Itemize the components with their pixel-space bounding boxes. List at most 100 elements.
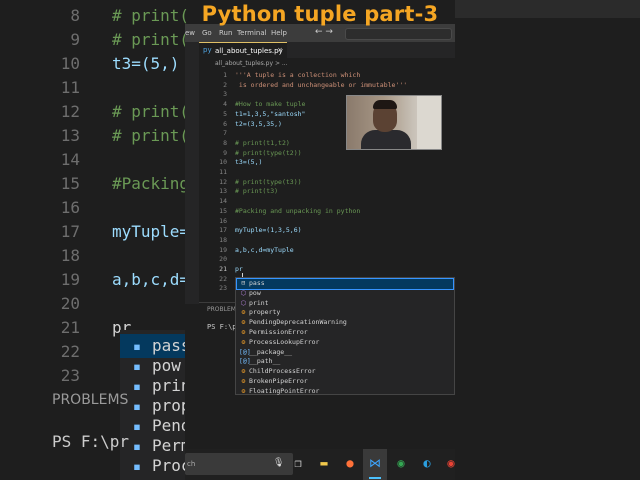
suggestion-item[interactable]: ⚙ PermissionError <box>237 328 453 338</box>
activity-bar <box>185 42 199 304</box>
edge-icon[interactable]: ◐ <box>418 454 436 472</box>
suggestion-item[interactable]: [@] __package__ <box>237 348 453 358</box>
background-line-code: # print( <box>112 126 190 145</box>
webcam-overlay <box>346 95 442 150</box>
nav-arrows-icon[interactable]: ← → <box>315 27 333 37</box>
suggestion-label: BrokenPipeError <box>249 377 308 385</box>
background-line-number: 17 <box>60 222 80 241</box>
chrome-icon[interactable]: ◉ <box>392 454 410 472</box>
background-line-number: 22 <box>60 342 80 361</box>
microphone-icon[interactable]: 🎙 <box>273 458 284 468</box>
file-explorer-icon[interactable]: ▬ <box>315 454 333 472</box>
suggestion-item[interactable]: ⚙ ProcessLookupError <box>237 338 453 348</box>
command-center-input[interactable] <box>345 28 452 40</box>
background-terminal-prompt: PS F:\pr <box>52 432 130 451</box>
suggestion-item[interactable]: ⚙ PendingDeprecationWarning <box>237 318 453 328</box>
class-icon: ⚙ <box>241 367 246 376</box>
suggestion-item[interactable]: ⚙ FloatingPointError <box>237 387 453 397</box>
background-suggestion-icon: ▪ <box>132 398 142 415</box>
background-suggestion-icon: ▪ <box>132 378 142 395</box>
background-line-number: 21 <box>60 318 80 337</box>
line-number: 11 <box>219 168 227 176</box>
line-number: 13 <box>219 187 227 196</box>
line-number: 22 <box>219 274 227 283</box>
keyword-icon: ⊟ <box>241 279 246 287</box>
background-line-number: 23 <box>60 366 80 385</box>
background-suggestion-label: pow <box>152 356 181 375</box>
line-number: 2 <box>223 80 227 89</box>
background-line-code: #Packing <box>112 174 190 193</box>
line-number: 17 <box>219 226 227 235</box>
background-line-code: myTuple= <box>112 222 190 241</box>
line-number: 12 <box>219 177 227 186</box>
suggestion-label: print <box>249 298 269 307</box>
suggestion-label: __package__ <box>249 347 293 356</box>
video-title: Python tuple part-3 <box>201 2 439 26</box>
suggestion-item[interactable]: ⚙ property <box>237 308 453 318</box>
line-code: t2=(3,5,35,) <box>235 119 282 128</box>
firefox-icon[interactable]: ● <box>341 454 359 472</box>
class-icon: ⚙ <box>241 308 246 317</box>
background-line-code: # print( <box>112 30 190 49</box>
line-number: 4 <box>223 100 227 109</box>
suggestion-item[interactable]: ⚙ BrokenPipeError <box>237 377 453 387</box>
suggestion-label: ProcessLookupError <box>249 337 320 346</box>
line-number: 10 <box>219 158 227 167</box>
line-number: 1 <box>223 71 227 79</box>
line-number: 21 <box>219 265 227 273</box>
menu-terminal[interactable]: Terminal <box>237 29 267 37</box>
menu-go[interactable]: Go <box>202 29 212 37</box>
class-icon: ⚙ <box>241 337 246 346</box>
tab-all-about-tuples[interactable]: py all_about_tuples.py × <box>199 42 287 58</box>
python-file-icon: py <box>203 46 212 54</box>
task-view-icon[interactable]: ❐ <box>289 454 307 472</box>
menu-bar: ew Go Run Terminal Help ← → <box>185 24 455 42</box>
menu-view[interactable]: ew <box>185 29 195 37</box>
taskbar-search-text: ch <box>187 460 196 468</box>
function-icon: ⬡ <box>240 298 247 307</box>
line-code: is ordered and unchangeable or immutable… <box>235 80 408 89</box>
line-number: 23 <box>219 284 227 293</box>
line-number: 14 <box>219 197 227 206</box>
menu-help[interactable]: Help <box>271 29 287 37</box>
background-line-number: 20 <box>60 294 80 313</box>
line-number: 6 <box>223 119 227 128</box>
suggestion-item[interactable]: [@] __path__ <box>237 357 453 367</box>
background-suggestion-icon: ▪ <box>132 458 142 475</box>
menu-run[interactable]: Run <box>219 29 232 37</box>
background-line-code: a,b,c,d= <box>112 270 190 289</box>
suggestion-label: ChildProcessError <box>249 367 316 376</box>
chrome-profile-icon[interactable]: ◉ <box>442 454 460 472</box>
variable-icon: [@] <box>239 347 251 356</box>
suggestion-item[interactable]: ⬡ print <box>237 299 453 309</box>
line-code: #Packing and unpacking in python <box>235 206 361 215</box>
vscode-icon[interactable]: ⋈ <box>366 454 384 472</box>
background-suggestion-icon: ▪ <box>132 358 142 375</box>
line-code: '''A tuple is a collection which <box>235 71 361 79</box>
line-number: 5 <box>223 109 227 118</box>
taskbar-search-input[interactable]: ch 🎙 <box>185 453 293 475</box>
class-icon: ⚙ <box>241 386 246 395</box>
function-icon: ⬡ <box>240 288 247 297</box>
background-suggestion-icon: ▪ <box>132 418 142 435</box>
autocomplete-suggestions: ⊟ pass ⬡ pow ⬡ print ⚙ property ⚙ PendingDeprecat… <box>235 277 455 395</box>
suggestion-label: FloatingPointError <box>249 386 320 395</box>
line-code: a,b,c,d=myTuple <box>235 245 294 254</box>
background-line-number: 19 <box>60 270 80 289</box>
breadcrumb[interactable]: all_about_tuples.py > ... <box>215 60 288 67</box>
suggestion-label: pass <box>249 279 265 287</box>
background-suggestion-icon: ▪ <box>132 338 142 355</box>
line-number: 19 <box>219 245 227 254</box>
suggestion-label: PendingDeprecationWarning <box>249 318 347 327</box>
line-number: 8 <box>223 138 227 147</box>
class-icon: ⚙ <box>241 318 246 327</box>
close-icon[interactable]: × <box>277 46 283 54</box>
suggestion-item[interactable]: ⬡ pow <box>237 289 453 299</box>
background-line-number: 12 <box>60 102 80 121</box>
suggestion-item[interactable]: ⊟ pass <box>236 278 454 290</box>
background-line-number: 13 <box>60 126 80 145</box>
background-line-number: 14 <box>60 150 80 169</box>
suggestion-item[interactable]: ⚙ ChildProcessError <box>237 367 453 377</box>
suggestion-label: PermissionError <box>249 328 308 336</box>
variable-icon: [@] <box>239 357 251 366</box>
